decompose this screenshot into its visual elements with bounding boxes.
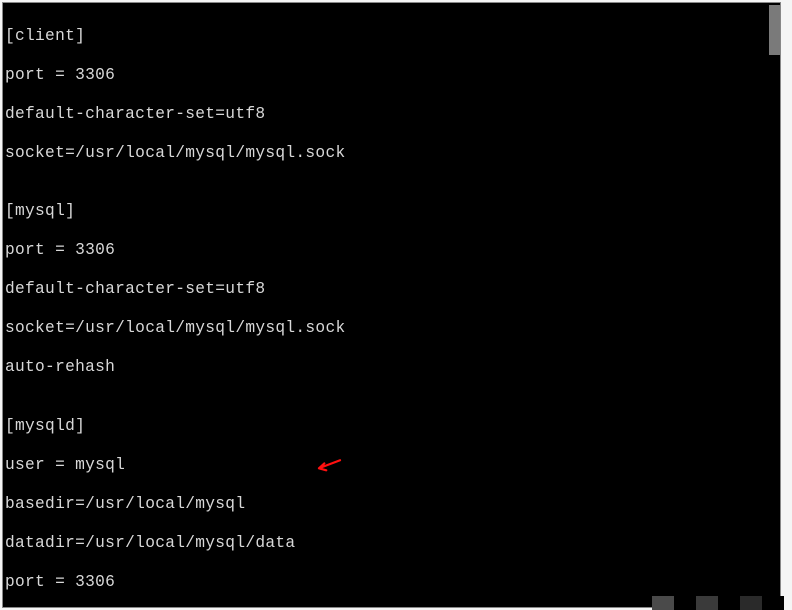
config-file-content[interactable]: [client] port = 3306 default-character-s… <box>3 3 780 608</box>
pixel-block <box>740 596 762 610</box>
config-line: datadir=/usr/local/mysql/data <box>5 534 778 554</box>
config-line: basedir=/usr/local/mysql <box>5 495 778 515</box>
pixel-block <box>696 596 718 610</box>
config-line: [client] <box>5 27 778 47</box>
pixel-block <box>762 596 784 610</box>
config-line: auto-rehash <box>5 358 778 378</box>
config-line: default-character-set=utf8 <box>5 280 778 300</box>
terminal-window: [client] port = 3306 default-character-s… <box>2 2 781 608</box>
config-line: user = mysql <box>5 456 778 476</box>
pixel-block <box>718 596 740 610</box>
config-line: [mysqld] <box>5 417 778 437</box>
config-line: default-character-set=utf8 <box>5 105 778 125</box>
pixelation-overlay <box>652 596 792 610</box>
pixel-block <box>652 596 674 610</box>
config-line: port = 3306 <box>5 66 778 86</box>
scrollbar-thumb[interactable] <box>769 5 780 55</box>
config-line: port = 3306 <box>5 241 778 261</box>
arrow-annotation-icon <box>312 456 344 480</box>
config-line: port = 3306 <box>5 573 778 593</box>
config-line: [mysql] <box>5 202 778 222</box>
config-line: socket=/usr/local/mysql/mysql.sock <box>5 144 778 164</box>
pixel-block <box>674 596 696 610</box>
config-line: socket=/usr/local/mysql/mysql.sock <box>5 319 778 339</box>
